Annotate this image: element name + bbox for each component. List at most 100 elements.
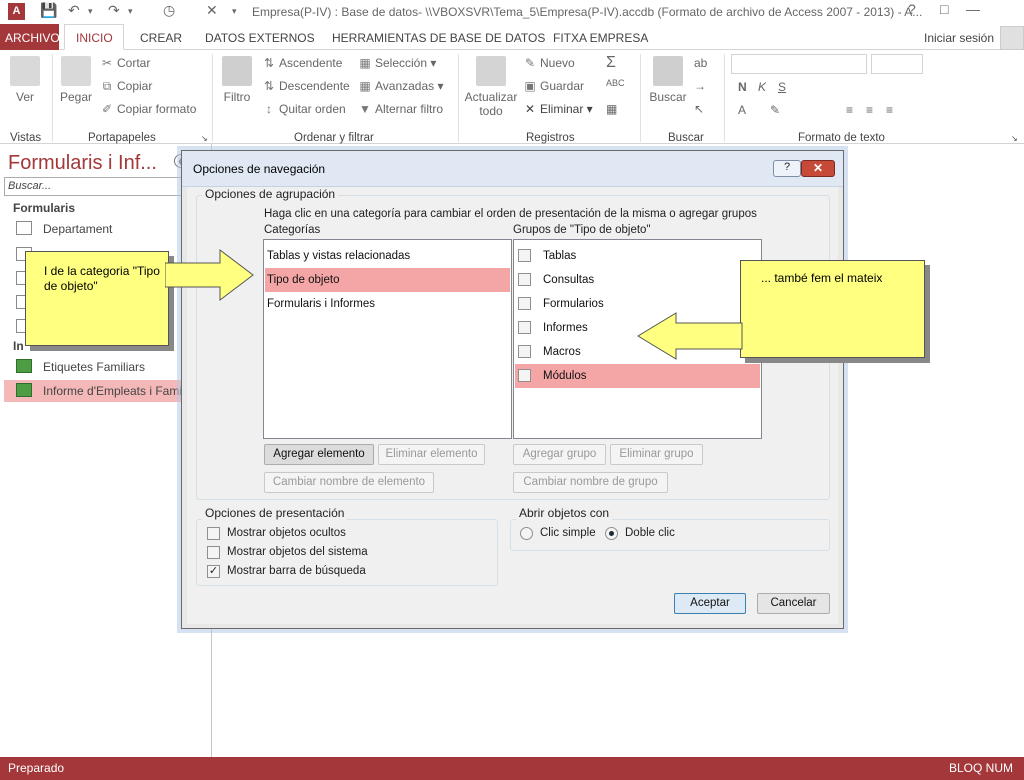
customize-toolbar-icon[interactable]: ▾ xyxy=(232,6,237,17)
delete-record-button[interactable]: ✕ Eliminar ▾ xyxy=(523,102,593,116)
refresh-label: Actualizar xyxy=(464,90,518,104)
cancel-button[interactable]: Cancelar xyxy=(757,593,830,614)
rename-item-button[interactable]: Cambiar nombre de elemento xyxy=(264,472,434,493)
save-record-button[interactable]: ▣ Guardar xyxy=(523,79,584,93)
group-item[interactable]: Tablas xyxy=(515,244,760,268)
nav-item-informe-empleats[interactable]: Informe d'Empleats i Familia xyxy=(4,380,208,402)
format-painter-button[interactable]: ✐ Copiar formato xyxy=(100,102,196,116)
filter-button[interactable]: Filtro xyxy=(220,56,254,104)
find-button[interactable]: Buscar xyxy=(646,56,690,104)
signin-link[interactable]: Iniciar sesión xyxy=(924,31,994,45)
nav-title[interactable]: Formularis i Inf... xyxy=(8,152,157,175)
minimize-icon[interactable]: — xyxy=(966,1,980,17)
tab-datos-externos[interactable]: DATOS EXTERNOS xyxy=(205,31,315,45)
separator xyxy=(458,54,459,142)
bold-button[interactable]: N xyxy=(738,80,747,94)
tab-inicio[interactable]: INICIO xyxy=(64,24,124,50)
font-name-select[interactable] xyxy=(731,54,867,74)
view-button[interactable]: Ver xyxy=(8,56,42,104)
cut-button[interactable]: ✂ Cortar xyxy=(100,56,150,70)
add-group-button[interactable]: Agregar grupo xyxy=(513,444,606,465)
category-item[interactable]: Formularis i Informes xyxy=(265,292,510,316)
single-click-label[interactable]: Clic simple xyxy=(540,527,596,539)
category-item[interactable]: Tablas y vistas relacionadas xyxy=(265,244,510,268)
rename-group-button[interactable]: Cambiar nombre de grupo xyxy=(513,472,668,493)
double-click-label[interactable]: Doble clic xyxy=(625,527,675,539)
copy-button[interactable]: ⧉ Copiar xyxy=(100,79,153,94)
font-size-select[interactable] xyxy=(871,54,923,74)
dialog-launcher-icon[interactable]: ↘ xyxy=(1011,134,1018,143)
show-hidden-checkbox[interactable] xyxy=(207,527,220,540)
spelling-icon[interactable]: ABC xyxy=(606,78,625,88)
sort-descending-button[interactable]: ⇅ Descendente xyxy=(262,79,350,93)
help-icon[interactable]: ? xyxy=(908,1,916,17)
redo-icon[interactable]: ↷ xyxy=(108,2,120,19)
align-right-icon[interactable]: ≡ xyxy=(886,103,893,117)
dialog-launcher-icon[interactable]: ↘ xyxy=(201,134,208,143)
align-center-icon[interactable]: ≡ xyxy=(866,103,873,117)
add-item-button[interactable]: Agregar elemento xyxy=(264,444,374,465)
nav-group-formularis[interactable]: Formularis xyxy=(13,201,75,215)
undo-icon[interactable]: ↶ xyxy=(68,2,80,19)
window-title: Empresa(P-IV) : Base de datos- \\VBOXSVR… xyxy=(252,5,923,19)
save-icon[interactable]: 💾 xyxy=(40,2,57,19)
single-click-radio[interactable] xyxy=(520,527,533,540)
group-checkbox[interactable] xyxy=(518,297,531,310)
new-record-button[interactable]: ✎ Nuevo xyxy=(523,56,575,70)
paste-button[interactable]: Pegar xyxy=(58,56,94,104)
totals-icon[interactable]: Σ xyxy=(606,54,616,72)
underline-button[interactable]: S xyxy=(778,80,786,94)
nav-item-etiquetes[interactable]: Etiquetes Familiars xyxy=(4,356,208,378)
group-checkbox[interactable] xyxy=(518,369,531,382)
font-color-button[interactable]: A xyxy=(738,103,746,117)
nav-search-input[interactable]: Buscar... xyxy=(4,177,184,196)
group-checkbox[interactable] xyxy=(518,273,531,286)
more-icon[interactable]: ▦ xyxy=(606,102,617,116)
toggle-filter-button[interactable]: ▼ Alternar filtro xyxy=(358,102,443,116)
ok-button[interactable]: Aceptar xyxy=(674,593,746,614)
user-avatar[interactable] xyxy=(1000,26,1024,50)
goto-icon[interactable]: → xyxy=(694,79,706,93)
show-search-bar-checkbox[interactable]: ✓ xyxy=(207,565,220,578)
group-checkbox[interactable] xyxy=(518,345,531,358)
sort-ascending-button[interactable]: ⇅ Ascendente xyxy=(262,56,342,70)
nav-item-departament[interactable]: Departament xyxy=(4,218,208,240)
group-item[interactable]: Módulos xyxy=(515,364,760,388)
selection-button[interactable]: ▦ Selección ▾ xyxy=(358,56,436,70)
tab-fitxa-empresa[interactable]: FITXA EMPRESA xyxy=(553,31,648,45)
refresh-all-button[interactable]: Actualizar todo xyxy=(462,56,520,118)
highlight-icon[interactable]: ✎ xyxy=(770,103,780,117)
replace-icon[interactable]: ab xyxy=(694,56,707,70)
advanced-button[interactable]: ▦ Avanzadas ▾ xyxy=(358,79,443,93)
close-file-icon[interactable]: ✕ xyxy=(206,2,218,19)
group-item[interactable]: Consultas xyxy=(515,268,760,292)
align-left-icon[interactable]: ≡ xyxy=(846,103,853,117)
instruction-text: Haga clic en una categoría para cambiar … xyxy=(264,208,757,220)
italic-button[interactable]: K xyxy=(758,80,766,94)
access-app-icon[interactable]: A xyxy=(8,3,25,20)
nav-group-informes[interactable]: In xyxy=(13,339,24,353)
redo-dropdown-icon[interactable]: ▾ xyxy=(128,6,133,17)
tab-archivo[interactable]: ARCHIVO xyxy=(0,24,60,50)
delete-group-button[interactable]: Eliminar grupo xyxy=(610,444,703,465)
tab-herramientas[interactable]: HERRAMIENTAS DE BASE DE DATOS xyxy=(332,31,545,45)
categories-list[interactable]: Tablas y vistas relacionadas Tipo de obj… xyxy=(263,239,512,439)
show-system-label[interactable]: Mostrar objetos del sistema xyxy=(227,546,368,558)
group-checkbox[interactable] xyxy=(518,249,531,262)
delete-icon: ✕ xyxy=(524,102,536,116)
show-hidden-label[interactable]: Mostrar objetos ocultos xyxy=(227,527,346,539)
close-button[interactable]: ✕ xyxy=(801,160,835,177)
select-icon[interactable]: ↖ xyxy=(694,102,704,116)
category-item[interactable]: Tipo de objeto xyxy=(265,268,510,292)
show-search-bar-label[interactable]: Mostrar barra de búsqueda xyxy=(227,565,366,577)
group-checkbox[interactable] xyxy=(518,321,531,334)
double-click-radio[interactable] xyxy=(605,527,618,540)
print-preview-icon[interactable]: ◷ xyxy=(163,2,175,19)
clear-sort-button[interactable]: ↕ Quitar orden xyxy=(262,102,346,116)
help-button[interactable]: ? xyxy=(773,160,801,177)
tab-crear[interactable]: CREAR xyxy=(140,31,182,45)
show-system-checkbox[interactable] xyxy=(207,546,220,559)
ribbon-display-icon[interactable]: □ xyxy=(940,1,948,17)
delete-item-button[interactable]: Eliminar elemento xyxy=(378,444,485,465)
undo-dropdown-icon[interactable]: ▾ xyxy=(88,6,93,17)
